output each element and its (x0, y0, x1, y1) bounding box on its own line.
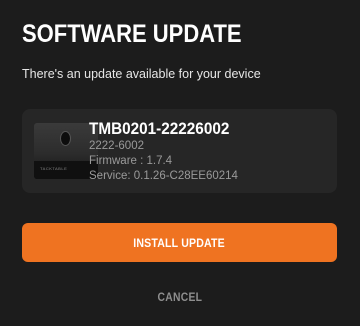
cancel-label: CANCEL (157, 292, 202, 304)
install-update-label: INSTALL UPDATE (133, 235, 226, 250)
dialog-subtitle: There's an update available for your dev… (22, 67, 261, 81)
device-name: TMB0201-22226002 (89, 119, 230, 138)
install-update-button[interactable]: INSTALL UPDATE (22, 223, 337, 262)
device-firmware: Firmware : 1.7.4 (89, 155, 173, 167)
software-update-dialog: SOFTWARE UPDATE There's an update availa… (0, 0, 360, 326)
device-model: 2222-6002 (89, 140, 144, 152)
dialog-title: SOFTWARE UPDATE (22, 20, 242, 48)
device-service: Service: 0.1.26-C28EE60214 (89, 170, 238, 182)
device-sensor (60, 131, 71, 146)
cancel-button[interactable]: CANCEL (22, 284, 337, 312)
device-brand-mark: TACKTABLE (40, 166, 68, 171)
